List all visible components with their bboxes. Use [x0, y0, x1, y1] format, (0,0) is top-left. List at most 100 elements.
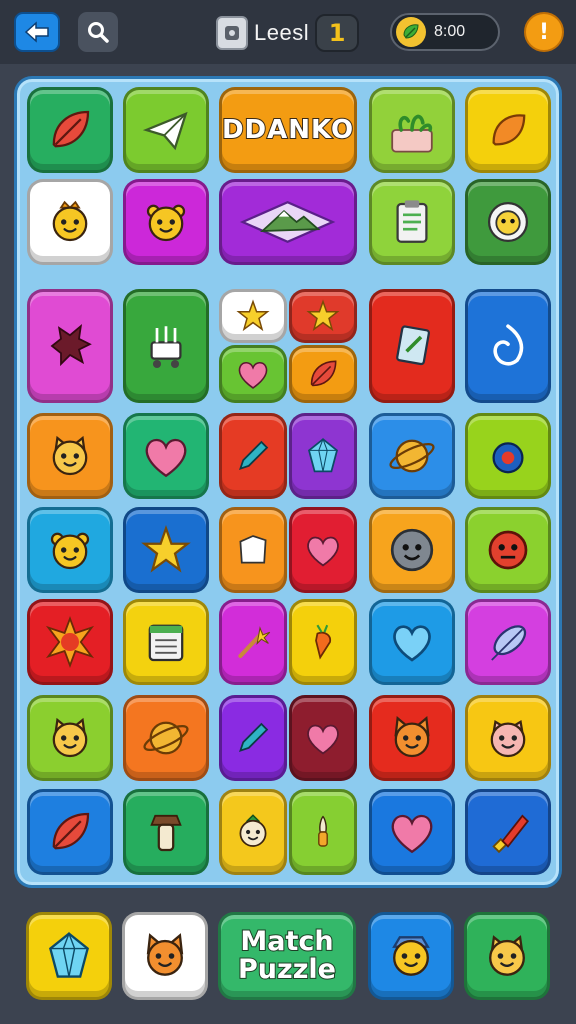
info-button[interactable]: !: [524, 12, 564, 52]
board-tile[interactable]: [27, 599, 113, 685]
footer-tile[interactable]: [464, 912, 550, 1000]
leaf-icon: [304, 355, 342, 393]
board-tile[interactable]: [465, 507, 551, 593]
cart-icon: [139, 319, 193, 373]
paintbrush-icon: [481, 805, 535, 859]
board-tile[interactable]: [465, 789, 551, 875]
match-label-line1: Match: [239, 926, 334, 957]
board-tile[interactable]: [369, 87, 455, 173]
board-tile[interactable]: [289, 289, 357, 343]
star-icon: [139, 523, 193, 577]
coin-icon: [396, 17, 426, 47]
match-puzzle-button[interactable]: Match Puzzle: [218, 912, 356, 1000]
board-tile[interactable]: [219, 345, 287, 403]
board-tile[interactable]: [369, 179, 455, 265]
level-indicator: Leesl 1: [216, 14, 360, 52]
search-button[interactable]: [78, 12, 118, 52]
board-tile[interactable]: [219, 789, 287, 875]
arrow-back-icon: [24, 21, 49, 43]
planet-icon: [139, 711, 193, 765]
board-tile[interactable]: [289, 695, 357, 781]
board-tile[interactable]: [123, 599, 209, 685]
match-label-line2: Puzzle: [237, 954, 337, 985]
cat-face-icon: [479, 928, 535, 984]
heart-icon: [302, 717, 344, 759]
board-tile[interactable]: [123, 413, 209, 499]
heart-icon: [139, 429, 193, 483]
board-tile[interactable]: [465, 179, 551, 265]
board-tile[interactable]: [27, 289, 113, 403]
coins-text: 8:00: [434, 23, 466, 40]
plant-icon: [385, 103, 439, 157]
board-tile[interactable]: [123, 695, 209, 781]
board-tile[interactable]: [289, 789, 357, 875]
board-tile[interactable]: DDANKO: [219, 87, 357, 173]
board-tile[interactable]: [219, 695, 287, 781]
board-tile[interactable]: [27, 507, 113, 593]
board-tile[interactable]: [219, 179, 357, 265]
back-button[interactable]: [14, 12, 60, 52]
board-tile[interactable]: [219, 507, 287, 593]
board-tile[interactable]: [289, 345, 357, 403]
bird-icon: [481, 429, 535, 483]
board-tile[interactable]: [27, 179, 113, 265]
paper-icon: [232, 529, 274, 571]
pencil-icon: [232, 717, 274, 759]
coin-counter[interactable]: 8:00: [390, 13, 500, 51]
board-tile[interactable]: [219, 413, 287, 499]
board-tile[interactable]: [465, 695, 551, 781]
level-icon: [216, 16, 248, 50]
footer-tile[interactable]: [368, 912, 454, 1000]
bottom-bar: Match Puzzle: [0, 900, 576, 1024]
board-tile[interactable]: [27, 695, 113, 781]
heart-outline-icon: [385, 615, 439, 669]
board-tile[interactable]: [289, 507, 357, 593]
board-tile[interactable]: [123, 87, 209, 173]
board-tile[interactable]: [289, 413, 357, 499]
fox-face-icon: [137, 928, 193, 984]
top-bar: Leesl 1 8:00 !: [0, 0, 576, 64]
monster-icon: [481, 523, 535, 577]
board-tile[interactable]: [369, 507, 455, 593]
board-tile[interactable]: [289, 599, 357, 685]
carrot-icon: [302, 621, 344, 663]
fox-face-icon: [385, 711, 439, 765]
board-tile[interactable]: [369, 599, 455, 685]
mushroom-icon: [139, 805, 193, 859]
mountain-icon: [239, 195, 336, 249]
board-tile[interactable]: [369, 695, 455, 781]
board-tile[interactable]: [465, 413, 551, 499]
board-tile[interactable]: [219, 599, 287, 685]
board-tile[interactable]: [123, 789, 209, 875]
board-tile[interactable]: [27, 413, 113, 499]
heart-icon: [385, 805, 439, 859]
board-tile[interactable]: [123, 507, 209, 593]
pig-face-icon: [481, 711, 535, 765]
footer-tile[interactable]: [122, 912, 208, 1000]
board-tile[interactable]: [369, 413, 455, 499]
star-icon: [235, 298, 271, 334]
level-number: 1: [315, 14, 360, 52]
planet-icon: [385, 429, 439, 483]
carrot-face-icon: [232, 811, 274, 853]
gem-icon: [302, 435, 344, 477]
pencil-icon: [232, 435, 274, 477]
note-icon: [385, 319, 439, 373]
board-tile[interactable]: [123, 289, 209, 403]
board-tile[interactable]: [219, 289, 287, 343]
level-label: Leesl: [254, 20, 310, 45]
board-tile[interactable]: [465, 599, 551, 685]
board-tile[interactable]: [27, 789, 113, 875]
board-tile[interactable]: [465, 87, 551, 173]
cat-face-icon: [43, 429, 97, 483]
board-tile[interactable]: [369, 289, 455, 403]
board-tile[interactable]: [465, 289, 551, 403]
heart-icon: [234, 355, 272, 393]
board-tile[interactable]: [123, 179, 209, 265]
footer-tile[interactable]: [26, 912, 112, 1000]
board-tile[interactable]: [27, 87, 113, 173]
search-icon: [88, 22, 109, 43]
bear-face-icon: [43, 523, 97, 577]
match-puzzle-label: Match Puzzle: [237, 926, 337, 985]
board-tile[interactable]: [369, 789, 455, 875]
